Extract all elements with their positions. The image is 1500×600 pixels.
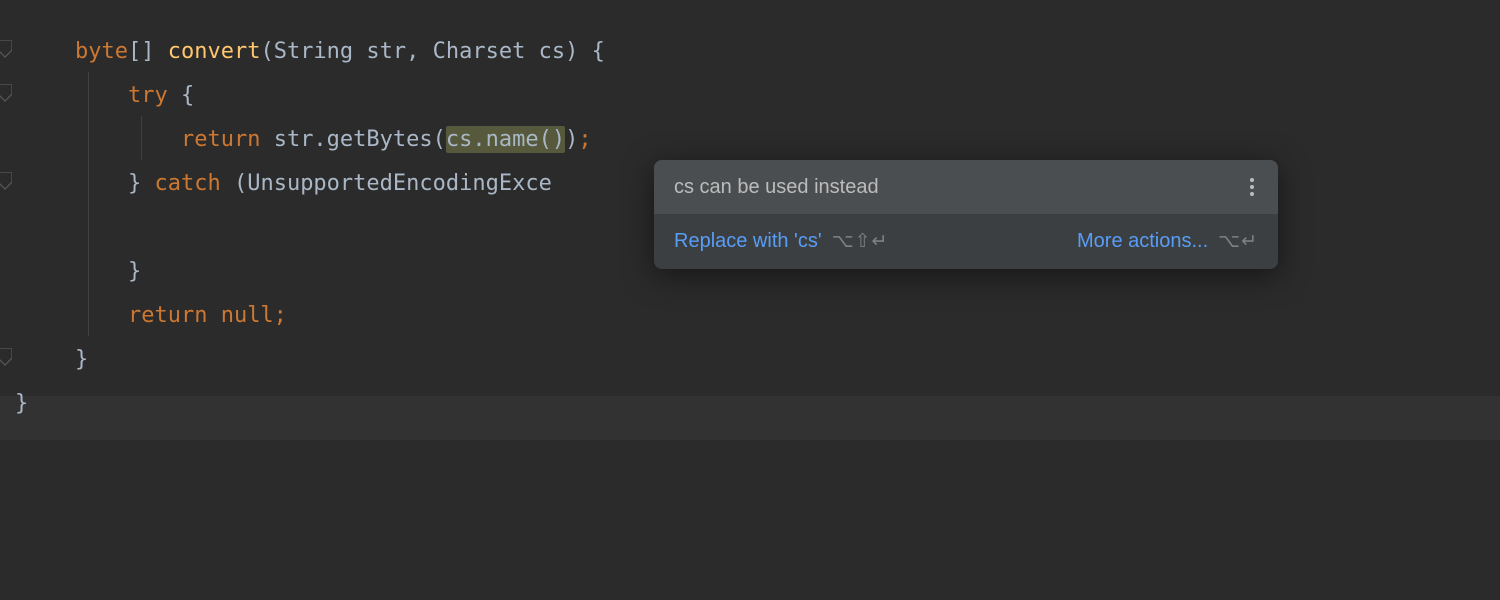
code-line[interactable]: return null; xyxy=(75,294,1500,338)
gutter-shield-icon xyxy=(0,172,10,190)
indent-guide xyxy=(141,116,142,160)
shortcut-hint: ⌥↵ xyxy=(1218,230,1258,253)
popup-header: cs can be used instead xyxy=(654,160,1278,214)
code-text: str.getBytes( xyxy=(260,127,445,152)
code-text: (UnsupportedEncodingExce xyxy=(221,171,552,196)
code-text: { xyxy=(168,83,195,108)
code-text: } xyxy=(15,391,28,416)
code-text: } xyxy=(75,347,88,372)
popup-actions-row: Replace with 'cs' ⌥⇧↵ More actions... ⌥↵ xyxy=(654,214,1278,269)
code-text: } xyxy=(75,171,154,196)
code-line[interactable]: } xyxy=(15,382,1500,426)
code-text xyxy=(75,127,181,152)
code-text: } xyxy=(75,259,141,284)
popup-title: cs can be used instead xyxy=(674,176,879,199)
gutter-shield-icon xyxy=(0,84,10,102)
more-options-icon[interactable] xyxy=(1246,174,1258,200)
gutter-shield-icon xyxy=(0,348,10,366)
method-name: convert xyxy=(168,39,261,64)
code-text: ) xyxy=(565,127,578,152)
inspection-highlight[interactable]: cs.name() xyxy=(446,126,565,153)
replace-action[interactable]: Replace with 'cs' xyxy=(674,230,822,253)
code-text xyxy=(75,303,128,328)
intention-popup: cs can be used instead Replace with 'cs'… xyxy=(654,160,1278,269)
gutter-shield-icon xyxy=(0,40,10,58)
keyword: byte xyxy=(75,39,128,64)
keyword: return xyxy=(181,127,260,152)
code-line[interactable]: byte[] convert(String str, Charset cs) { xyxy=(75,30,1500,74)
code-line[interactable]: try { xyxy=(75,74,1500,118)
code-text xyxy=(75,83,128,108)
shortcut-hint: ⌥⇧↵ xyxy=(832,230,889,253)
keyword: return null; xyxy=(128,303,287,328)
indent-guide xyxy=(88,72,89,336)
code-line[interactable]: return str.getBytes(cs.name()); xyxy=(75,118,1500,162)
more-actions-link[interactable]: More actions... xyxy=(1077,230,1208,253)
keyword: try xyxy=(128,83,168,108)
code-text: ; xyxy=(578,127,591,152)
code-text: [] xyxy=(128,39,168,64)
code-line[interactable]: } xyxy=(75,338,1500,382)
keyword: catch xyxy=(154,171,220,196)
code-text: (String str, Charset cs) { xyxy=(260,39,604,64)
